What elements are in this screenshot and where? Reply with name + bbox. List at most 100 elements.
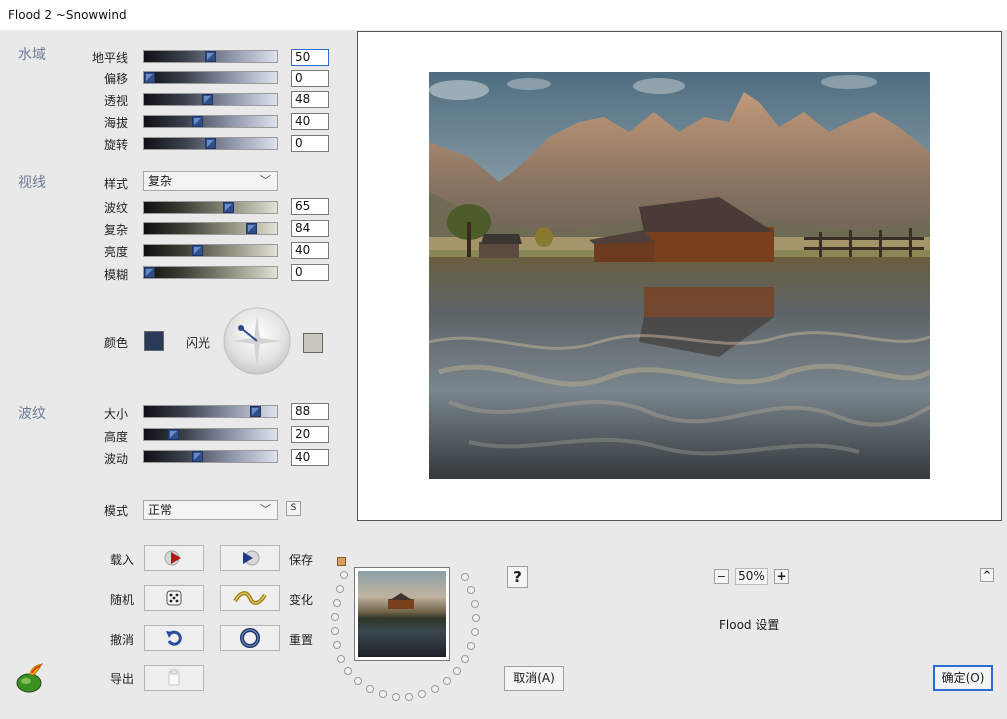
style-select-value: 复杂 <box>148 174 173 188</box>
zoom-out-button[interactable]: − <box>714 569 729 584</box>
undulation-input[interactable]: 40 <box>291 449 329 466</box>
altitude-input[interactable]: 40 <box>291 113 329 130</box>
perspective-slider-thumb[interactable] <box>202 94 213 105</box>
load-icon <box>164 550 181 566</box>
perspective-input[interactable]: 48 <box>291 91 329 108</box>
mode-select[interactable]: 正常 ﹀ <box>143 500 278 520</box>
mode-label: 模式 <box>103 504 128 518</box>
random-button[interactable] <box>144 585 204 611</box>
height-slider[interactable] <box>143 428 278 441</box>
collapse-button[interactable]: ^ <box>980 568 994 582</box>
height-input[interactable]: 20 <box>291 426 329 443</box>
style-select[interactable]: 复杂 ﹀ <box>143 171 278 191</box>
export-button[interactable] <box>144 665 204 691</box>
rotation-slider-thumb[interactable] <box>205 138 216 149</box>
waviness-slider[interactable] <box>143 201 278 214</box>
window-title: Flood 2 ~Snowwind <box>0 0 1007 30</box>
complexity-input[interactable]: 84 <box>291 220 329 237</box>
preview-canvas[interactable] <box>357 31 1002 521</box>
chevron-down-icon: ﹀ <box>260 503 271 516</box>
water-color-swatch[interactable] <box>144 331 164 351</box>
rotation-input[interactable]: 0 <box>291 135 329 152</box>
undulation-slider-thumb[interactable] <box>192 451 203 462</box>
preset-thumbnail[interactable] <box>354 567 450 661</box>
size-input[interactable]: 88 <box>291 403 329 420</box>
glint-label: 闪光 <box>185 336 210 350</box>
cancel-button[interactable]: 取消(A) <box>504 666 564 691</box>
rotation-slider[interactable] <box>143 137 278 150</box>
preset-ring-marker[interactable] <box>337 557 346 566</box>
brightness-slider[interactable] <box>143 244 278 257</box>
reset-button[interactable] <box>220 625 280 651</box>
ok-button[interactable]: 确定(O) <box>933 665 993 691</box>
undo-button[interactable] <box>144 625 204 651</box>
color-label: 颜色 <box>103 336 128 350</box>
altitude-slider-thumb[interactable] <box>192 116 203 127</box>
undulation-label: 波动 <box>103 452 128 466</box>
offset-input[interactable]: 0 <box>291 70 329 87</box>
preview-image <box>429 72 930 479</box>
chevron-down-icon: ﹀ <box>260 174 271 187</box>
export-label: 导出 <box>110 672 135 686</box>
waviness-slider-thumb[interactable] <box>223 202 234 213</box>
save-label: 保存 <box>289 553 314 567</box>
horizon-slider[interactable] <box>143 50 278 63</box>
section-water-label: 水域 <box>18 47 46 63</box>
offset-label: 偏移 <box>103 72 128 86</box>
save-icon <box>243 550 260 566</box>
thumbnail-image <box>358 571 446 657</box>
size-slider[interactable] <box>143 405 278 418</box>
blur-label: 模糊 <box>103 268 128 282</box>
section-waves-label: 波纹 <box>18 406 46 422</box>
brightness-label: 亮度 <box>103 245 128 259</box>
preset-ring[interactable] <box>330 555 490 705</box>
compass-icon <box>223 307 291 375</box>
undulation-slider[interactable] <box>143 450 278 463</box>
horizon-slider-thumb[interactable] <box>205 51 216 62</box>
undo-label: 撤消 <box>110 633 135 647</box>
status-text: Flood 设置 <box>719 618 780 632</box>
blur-input[interactable]: 0 <box>291 264 329 281</box>
altitude-slider[interactable] <box>143 115 278 128</box>
size-slider-thumb[interactable] <box>250 406 261 417</box>
random-label: 随机 <box>110 593 135 607</box>
change-button[interactable] <box>220 585 280 611</box>
waviness-label: 波纹 <box>103 201 128 215</box>
waviness-input[interactable]: 65 <box>291 198 329 215</box>
brightness-input[interactable]: 40 <box>291 242 329 259</box>
mode-select-value: 正常 <box>148 503 173 517</box>
glint-direction-dial[interactable] <box>222 306 292 376</box>
load-label: 载入 <box>110 553 135 567</box>
clipboard-icon <box>168 669 180 686</box>
zoom-level: 50% <box>735 568 768 585</box>
height-label: 高度 <box>103 430 128 444</box>
size-label: 大小 <box>103 407 128 421</box>
rotation-label: 旋转 <box>103 138 128 152</box>
mode-extra-button[interactable]: S <box>286 501 301 516</box>
undo-icon <box>166 630 182 646</box>
height-slider-thumb[interactable] <box>168 429 179 440</box>
offset-slider[interactable] <box>143 71 278 84</box>
glint-color-swatch[interactable] <box>303 333 323 353</box>
zoom-in-button[interactable]: + <box>774 569 789 584</box>
horizon-input[interactable]: 50 <box>291 49 329 66</box>
save-button[interactable] <box>220 545 280 571</box>
section-view-label: 视线 <box>18 175 46 191</box>
perspective-slider[interactable] <box>143 93 278 106</box>
landscape-render <box>429 72 930 479</box>
dice-icon <box>166 590 182 606</box>
complexity-slider[interactable] <box>143 222 278 235</box>
help-button[interactable]: ? <box>507 566 528 588</box>
change-label: 变化 <box>289 593 314 607</box>
brightness-slider-thumb[interactable] <box>192 245 203 256</box>
altitude-label: 海拔 <box>103 116 128 130</box>
horizon-label: 地平线 <box>91 51 128 65</box>
blur-slider-thumb[interactable] <box>144 267 155 278</box>
complexity-slider-thumb[interactable] <box>246 223 257 234</box>
load-button[interactable] <box>144 545 204 571</box>
blur-slider[interactable] <box>143 266 278 279</box>
reset-ring-icon <box>240 628 260 648</box>
offset-slider-thumb[interactable] <box>144 72 155 83</box>
complexity-label: 复杂 <box>103 223 128 237</box>
reset-label: 重置 <box>289 633 314 647</box>
